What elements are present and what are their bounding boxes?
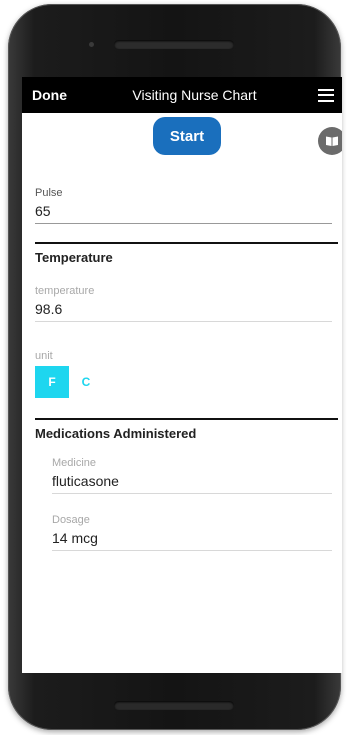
open-book-icon [326, 136, 338, 146]
start-button[interactable]: Start [153, 117, 221, 155]
unit-field: unit [22, 350, 342, 362]
page-title: Visiting Nurse Chart [132, 87, 257, 103]
medicine-input[interactable]: fluticasone [52, 469, 332, 494]
speaker-grille [114, 40, 234, 49]
dosage-label: Dosage [52, 514, 90, 526]
home-bar [114, 701, 234, 710]
dosage-field: Dosage 14 mcg [22, 514, 342, 551]
done-button[interactable]: Done [32, 87, 67, 103]
temperature-section-title: Temperature [35, 250, 113, 265]
medications-section-title: Medications Administered [35, 426, 197, 441]
pulse-input[interactable]: 65 [35, 199, 332, 224]
temperature-label: temperature [35, 285, 95, 297]
unit-option-c[interactable]: C [69, 366, 103, 398]
pulse-field: Pulse 65 [22, 187, 342, 224]
hamburger-menu-icon[interactable] [318, 88, 334, 102]
temperature-input[interactable]: 98.6 [35, 297, 332, 322]
app-bar: Done Visiting Nurse Chart [22, 77, 342, 113]
pulse-label: Pulse [35, 187, 63, 199]
app-screen: Done Visiting Nurse Chart Start Pulse 65… [22, 77, 342, 673]
camera-icon [89, 42, 94, 47]
medicine-field: Medicine fluticasone [22, 457, 342, 494]
unit-label: unit [35, 350, 53, 362]
medicine-label: Medicine [52, 457, 97, 469]
unit-option-f[interactable]: F [35, 366, 69, 398]
book-button[interactable] [318, 127, 342, 155]
temperature-field: temperature 98.6 [22, 285, 342, 322]
unit-toggle: F C [35, 366, 342, 398]
start-row: Start [22, 113, 342, 165]
dosage-input[interactable]: 14 mcg [52, 526, 332, 551]
